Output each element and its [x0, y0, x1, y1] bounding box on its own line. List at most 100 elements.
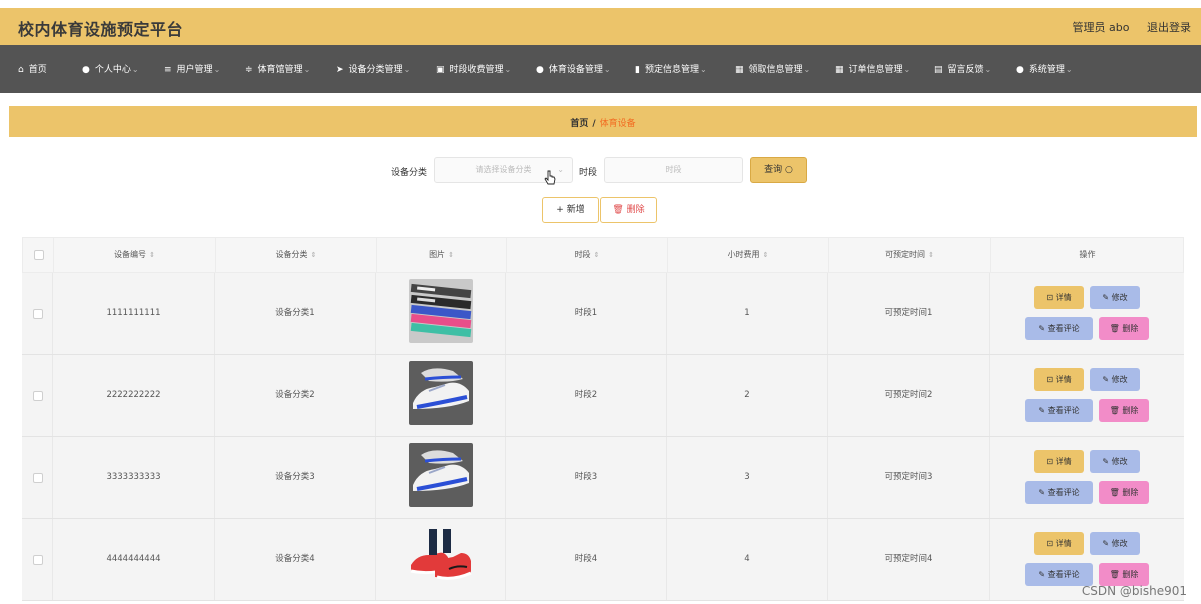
- sneaker-image[interactable]: [409, 361, 473, 425]
- user-box: 管理员 abo 退出登录: [1059, 19, 1191, 35]
- equipment-fee: 4: [667, 519, 828, 600]
- column-header[interactable]: 设备分类 ⇕: [216, 238, 377, 272]
- logout-link[interactable]: 退出登录: [1147, 21, 1191, 34]
- user-icon: ●: [1016, 65, 1024, 75]
- bulk-delete-button[interactable]: 🗑 删除: [600, 197, 657, 223]
- row-checkbox[interactable]: [33, 390, 43, 401]
- view-reviews-button[interactable]: ✎ 查看评论: [1025, 317, 1093, 340]
- resistance-bands-image[interactable]: [409, 279, 473, 343]
- delete-button[interactable]: 🗑 删除: [1099, 399, 1149, 422]
- equipment-fee: 1: [667, 273, 828, 354]
- delete-button[interactable]: 🗑 删除: [1099, 317, 1149, 340]
- table-row[interactable]: 4444444444 设备分类4 时段4 4 可预定时间4 ⊡ 详情 ✎ 修改 …: [22, 519, 1184, 601]
- nav-item-label: 用户管理: [176, 65, 213, 75]
- top-header: 校内体育设施预定平台 管理员 abo 退出登录: [0, 8, 1201, 45]
- edit-button[interactable]: ✎ 修改: [1090, 368, 1140, 391]
- nav-item-equipment[interactable]: ● 体育设备管理⌄: [536, 62, 611, 75]
- nav-item-label: 系统管理: [1028, 65, 1065, 75]
- chevron-down-icon: ⌄: [303, 65, 311, 74]
- edit-button[interactable]: ✎ 修改: [1090, 286, 1140, 309]
- nav-item-label: 个人中心: [94, 65, 131, 75]
- column-header[interactable]: 可预定时间 ⇕: [829, 238, 991, 272]
- select-all-cell: [23, 238, 54, 272]
- nav-item-users[interactable]: ≡ 用户管理⌄: [164, 62, 220, 75]
- view-reviews-button[interactable]: ✎ 查看评论: [1025, 399, 1093, 422]
- table-row[interactable]: 1111111111 设备分类1 时段1 1 可预定时间1 ⊡ 详情 ✎ 修改 …: [22, 273, 1184, 355]
- period-input[interactable]: 时段: [604, 157, 743, 183]
- red-sneaker-image[interactable]: [409, 525, 473, 589]
- menu-icon: ≡: [164, 65, 172, 75]
- row-actions: ⊡ 详情 ✎ 修改 ✎ 查看评论 🗑 删除: [990, 355, 1183, 436]
- row-actions: ⊡ 详情 ✎ 修改 ✎ 查看评论 🗑 删除: [990, 437, 1183, 518]
- nav-item-profile[interactable]: ● 个人中心⌄: [82, 62, 139, 75]
- table-header: 设备编号 ⇕ 设备分类 ⇕ 图片 ⇕ 时段 ⇕ 小时费用 ⇕ 可预定时间 ⇕ 操作: [22, 237, 1184, 273]
- delete-button[interactable]: 🗑 删除: [1099, 481, 1149, 504]
- row-checkbox[interactable]: [33, 554, 43, 565]
- detail-button[interactable]: ⊡ 详情: [1034, 368, 1084, 391]
- equipment-time: 可预定时间2: [828, 355, 990, 436]
- period-placeholder: 时段: [665, 165, 682, 174]
- edit-button[interactable]: ✎ 修改: [1090, 450, 1140, 473]
- image-cell: [376, 437, 506, 518]
- nav-item-system[interactable]: ● 系统管理⌄: [1016, 62, 1073, 75]
- row-select-cell: [22, 273, 53, 354]
- detail-button[interactable]: ⊡ 详情: [1034, 532, 1084, 555]
- sliders-icon: ≑: [245, 65, 253, 75]
- image-cell: [376, 519, 506, 600]
- sort-icon[interactable]: ⇕: [448, 251, 454, 259]
- nav-item-pickups[interactable]: ▦ 领取信息管理⌄: [735, 62, 810, 75]
- equipment-fee: 3: [667, 437, 828, 518]
- grid-icon: ▦: [735, 65, 744, 75]
- add-button[interactable]: + 新增: [542, 197, 599, 223]
- view-reviews-button[interactable]: ✎ 查看评论: [1025, 563, 1093, 586]
- admin-user-label[interactable]: 管理员 abo: [1073, 21, 1130, 34]
- equipment-period: 时段3: [506, 437, 667, 518]
- table-row[interactable]: 2222222222 设备分类2 时段2 2 可预定时间2 ⊡ 详情 ✎ 修改 …: [22, 355, 1184, 437]
- view-reviews-button[interactable]: ✎ 查看评论: [1025, 481, 1093, 504]
- equipment-id: 1111111111: [53, 273, 215, 354]
- breadcrumb: 首页 / 体育设备: [9, 116, 1197, 129]
- edit-button[interactable]: ✎ 修改: [1090, 532, 1140, 555]
- table-row[interactable]: 3333333333 设备分类3 时段3 3 可预定时间3 ⊡ 详情 ✎ 修改 …: [22, 437, 1184, 519]
- send-icon: ➤: [336, 65, 344, 75]
- sort-icon[interactable]: ⇕: [311, 251, 317, 259]
- nav-item-orders[interactable]: ▦ 订单信息管理⌄: [835, 62, 910, 75]
- chevron-down-icon: ⌄: [131, 65, 139, 74]
- sneaker-image[interactable]: [409, 443, 473, 507]
- nav-item-home[interactable]: ⌂ 首页: [18, 62, 47, 75]
- equipment-period: 时段1: [506, 273, 667, 354]
- row-checkbox[interactable]: [33, 308, 43, 319]
- nav-item-label: 设备分类管理: [348, 65, 403, 75]
- sort-icon[interactable]: ⇕: [594, 251, 600, 259]
- nav-item-pricing[interactable]: ▣ 时段收费管理⌄: [436, 62, 511, 75]
- nav-item-label: 体育馆管理: [257, 65, 303, 75]
- nav-item-categories[interactable]: ➤ 设备分类管理⌄: [336, 62, 410, 75]
- nav-item-label: 留言反馈: [947, 65, 984, 75]
- column-header[interactable]: 时段 ⇕: [507, 238, 668, 272]
- watermark: CSDN @bishe901: [1081, 584, 1187, 598]
- query-button[interactable]: 查询 ○: [750, 157, 807, 183]
- sort-icon[interactable]: ⇕: [928, 251, 934, 259]
- chevron-down-icon: ⌄: [213, 65, 221, 74]
- nav-item-feedback[interactable]: ▤ 留言反馈⌄: [934, 62, 991, 75]
- sort-icon[interactable]: ⇕: [149, 251, 155, 259]
- row-select-cell: [22, 437, 53, 518]
- nav-item-label: 预定信息管理: [644, 65, 699, 75]
- detail-button[interactable]: ⊡ 详情: [1034, 286, 1084, 309]
- nav-item-bookings[interactable]: ▮ 预定信息管理⌄: [635, 62, 707, 75]
- breadcrumb-home[interactable]: 首页: [570, 119, 588, 129]
- chevron-down-icon: ⌄: [903, 65, 911, 74]
- delete-button[interactable]: 🗑 删除: [1099, 563, 1149, 586]
- row-checkbox[interactable]: [33, 472, 43, 483]
- detail-button[interactable]: ⊡ 详情: [1034, 450, 1084, 473]
- nav-item-gyms[interactable]: ≑ 体育馆管理⌄: [245, 62, 310, 75]
- sort-icon[interactable]: ⇕: [763, 251, 769, 259]
- column-header[interactable]: 设备编号 ⇕: [54, 238, 216, 272]
- column-header[interactable]: 图片 ⇕: [377, 238, 507, 272]
- equipment-fee: 2: [667, 355, 828, 436]
- select-all-checkbox[interactable]: [34, 250, 44, 260]
- column-header[interactable]: 小时费用 ⇕: [668, 238, 829, 272]
- equipment-id: 4444444444: [53, 519, 215, 600]
- equipment-category: 设备分类3: [215, 437, 376, 518]
- equipment-time: 可预定时间1: [828, 273, 990, 354]
